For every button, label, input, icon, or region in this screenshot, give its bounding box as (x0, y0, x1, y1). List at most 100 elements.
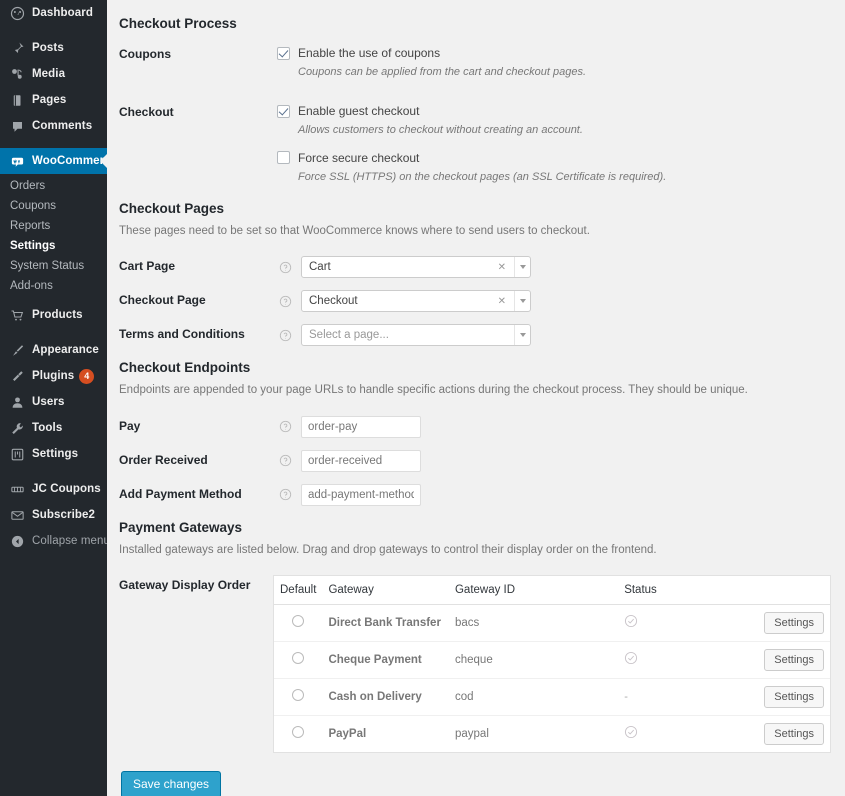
cart-page-select[interactable]: Cart ✕ (301, 256, 531, 278)
field-label-terms-and-conditions: Terms and Conditions (119, 318, 277, 352)
sidebar-item-collapse-menu[interactable]: Collapse menu (0, 528, 107, 554)
help-icon[interactable] (277, 259, 293, 275)
gateway-name: Cheque Payment (322, 641, 449, 678)
column-header-actions (758, 576, 830, 605)
plugins-update-badge: 4 (79, 369, 94, 384)
sidebar-item-label: Users (32, 396, 64, 408)
force-secure-checkout-label: Force secure checkout (298, 151, 419, 165)
plugin-icon (8, 367, 26, 385)
gateway-settings-button[interactable]: Settings (764, 723, 824, 745)
force-secure-checkout-hint: Force SSL (HTTPS) on the checkout pages … (298, 170, 831, 185)
gateway-settings-button[interactable]: Settings (764, 686, 824, 708)
coupon-icon (8, 480, 26, 498)
field-label-checkout-page: Checkout Page (119, 284, 277, 318)
sidebar-divider (0, 26, 107, 35)
field-label-cart-page: Cart Page (119, 250, 277, 284)
force-secure-checkout-row[interactable]: Force secure checkout (277, 149, 831, 167)
terms-page-select[interactable]: Select a page... (301, 324, 531, 346)
enable-guest-checkout-label: Enable guest checkout (298, 104, 419, 118)
sidebar-item-settings[interactable]: Settings (0, 441, 107, 467)
checkout-page-select[interactable]: Checkout ✕ (301, 290, 531, 312)
sidebar-item-label: Collapse menu (32, 535, 110, 547)
submenu-item-addons[interactable]: Add-ons (0, 276, 107, 296)
sidebar-item-users[interactable]: Users (0, 389, 107, 415)
help-icon[interactable] (277, 419, 293, 435)
terms-page-value: Select a page... (309, 329, 514, 341)
checkout-endpoints-form: Pay Order Received (119, 410, 831, 512)
woocommerce-icon (8, 152, 26, 170)
form-row-terms-and-conditions: Terms and Conditions Select a page... (119, 318, 831, 352)
pay-endpoint-input[interactable] (301, 416, 421, 438)
default-gateway-radio[interactable] (292, 652, 304, 664)
form-row-pay: Pay (119, 410, 831, 444)
field-label-checkout: Checkout (119, 96, 277, 193)
sidebar-item-plugins[interactable]: Plugins 4 (0, 363, 107, 389)
enable-coupons-label: Enable the use of coupons (298, 46, 440, 60)
gateway-settings-button[interactable]: Settings (764, 612, 824, 634)
submenu-item-orders[interactable]: Orders (0, 176, 107, 196)
status-enabled-icon (624, 651, 638, 665)
clear-icon[interactable]: ✕ (498, 262, 506, 273)
help-icon[interactable] (277, 453, 293, 469)
sidebar-item-label: Plugins (32, 370, 74, 382)
save-changes-button[interactable]: Save changes (121, 771, 221, 796)
sidebar-item-woocommerce[interactable]: WooCommerce (0, 148, 107, 174)
order-received-endpoint-input[interactable] (301, 450, 421, 472)
gateway-table: Default Gateway Gateway ID Status (274, 576, 830, 752)
table-row: Direct Bank Transfer bacs Setting (274, 604, 830, 641)
mail-icon (8, 506, 26, 524)
table-row: PayPal paypal Settings (274, 715, 830, 752)
comment-icon (8, 117, 26, 135)
help-icon[interactable] (277, 327, 293, 343)
sidebar-item-products[interactable]: Products (0, 302, 107, 328)
default-gateway-radio[interactable] (292, 615, 304, 627)
chevron-down-icon[interactable] (514, 291, 530, 311)
sidebar-item-label: Comments (32, 120, 92, 132)
sidebar-item-comments[interactable]: Comments (0, 113, 107, 139)
checkout-pages-form: Cart Page Cart ✕ (119, 250, 831, 352)
gateway-settings-button[interactable]: Settings (764, 649, 824, 671)
field-label-pay: Pay (119, 410, 277, 444)
field-label-coupons: Coupons (119, 38, 277, 96)
sidebar-item-jc-coupons[interactable]: JC Coupons (0, 476, 107, 502)
chevron-down-icon[interactable] (514, 325, 530, 345)
gateway-name: PayPal (322, 715, 449, 752)
checkout-endpoints-description: Endpoints are appended to your page URLs… (119, 382, 831, 399)
submenu-item-settings[interactable]: Settings (0, 236, 107, 256)
checkout-page-value: Checkout (309, 295, 498, 307)
submenu-item-coupons[interactable]: Coupons (0, 196, 107, 216)
guest-checkout-checkbox-row[interactable]: Enable guest checkout (277, 102, 831, 120)
sidebar-item-appearance[interactable]: Appearance (0, 337, 107, 363)
help-icon[interactable] (277, 487, 293, 503)
chevron-down-icon[interactable] (514, 257, 530, 277)
sidebar-divider (0, 328, 107, 337)
section-title-checkout-endpoints: Checkout Endpoints (119, 360, 831, 375)
sidebar-item-subscribe2[interactable]: Subscribe2 (0, 502, 107, 528)
settings-content: Checkout Process Coupons Enable the use … (107, 0, 845, 796)
default-gateway-radio[interactable] (292, 726, 304, 738)
add-payment-method-endpoint-input[interactable] (301, 484, 421, 506)
sidebar-item-tools[interactable]: Tools (0, 415, 107, 441)
sidebar-item-posts[interactable]: Posts (0, 35, 107, 61)
column-header-default: Default (274, 576, 322, 605)
pin-icon (8, 39, 26, 57)
help-icon[interactable] (277, 293, 293, 309)
status-disabled-icon: - (624, 691, 628, 703)
submenu-item-system-status[interactable]: System Status (0, 256, 107, 276)
sidebar-item-media[interactable]: Media (0, 61, 107, 87)
default-gateway-radio[interactable] (292, 689, 304, 701)
clear-icon[interactable]: ✕ (498, 296, 506, 307)
sidebar-item-pages[interactable]: Pages (0, 87, 107, 113)
field-label-gateway-display-order: Gateway Display Order (119, 569, 273, 759)
form-row-cart-page: Cart Page Cart ✕ (119, 250, 831, 284)
enable-guest-checkout-checkbox[interactable] (277, 105, 290, 118)
form-row-checkout-page: Checkout Page Checkout ✕ (119, 284, 831, 318)
table-row: Cash on Delivery cod - Settings (274, 678, 830, 715)
submenu-item-reports[interactable]: Reports (0, 216, 107, 236)
coupons-checkbox-row[interactable]: Enable the use of coupons (277, 44, 831, 62)
sidebar-item-dashboard[interactable]: Dashboard (0, 0, 107, 26)
force-secure-checkout-checkbox[interactable] (277, 151, 290, 164)
guest-checkout-hint: Allows customers to checkout without cre… (298, 123, 831, 138)
enable-coupons-checkbox[interactable] (277, 47, 290, 60)
table-row: Cheque Payment cheque Settings (274, 641, 830, 678)
